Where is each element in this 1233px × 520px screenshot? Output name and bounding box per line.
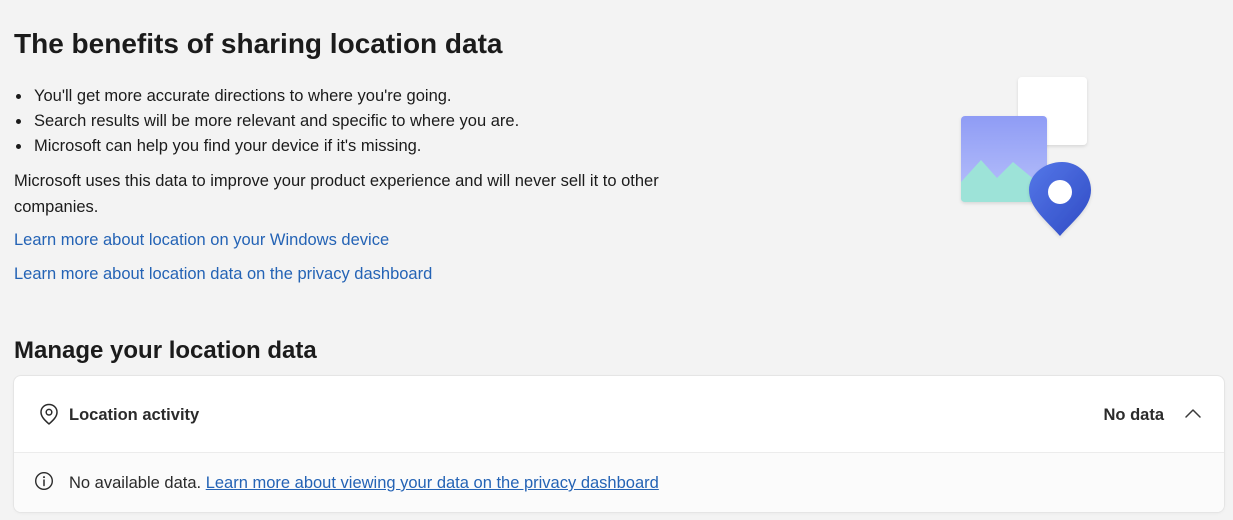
location-privacy-page: The benefits of sharing location data Yo… [0, 0, 1233, 520]
view-data-privacy-dashboard-link[interactable]: Learn more about viewing your data on th… [206, 474, 659, 492]
manage-section-title: Manage your location data [14, 337, 317, 364]
usage-paragraph: Microsoft uses this data to improve your… [14, 172, 659, 216]
benefit-item: Microsoft can help you find your device … [14, 134, 519, 159]
location-pin-icon [40, 403, 58, 425]
page-title: The benefits of sharing location data [14, 28, 503, 59]
no-data-message-line: No available data. Learn more about view… [69, 471, 659, 495]
location-activity-details: No available data. Learn more about view… [14, 453, 1224, 512]
location-activity-card: Location activity No data No available d… [14, 376, 1224, 512]
photo-with-location-pin-illustration [961, 77, 1091, 236]
status-text: No data [1103, 406, 1164, 424]
learn-more-privacy-dashboard-link[interactable]: Learn more about location data on the pr… [14, 262, 432, 286]
info-icon [34, 471, 54, 491]
benefit-item: You'll get more accurate directions to w… [14, 84, 519, 109]
learn-more-windows-location-link[interactable]: Learn more about location on your Window… [14, 228, 389, 252]
benefit-item: Search results will be more relevant and… [14, 109, 519, 134]
chevron-up-icon[interactable] [1184, 406, 1202, 420]
benefits-list: You'll get more accurate directions to w… [14, 84, 519, 159]
location-activity-header[interactable]: Location activity No data [14, 376, 1224, 452]
no-data-message: No available data. [69, 474, 202, 492]
location-activity-label: Location activity [69, 406, 200, 424]
